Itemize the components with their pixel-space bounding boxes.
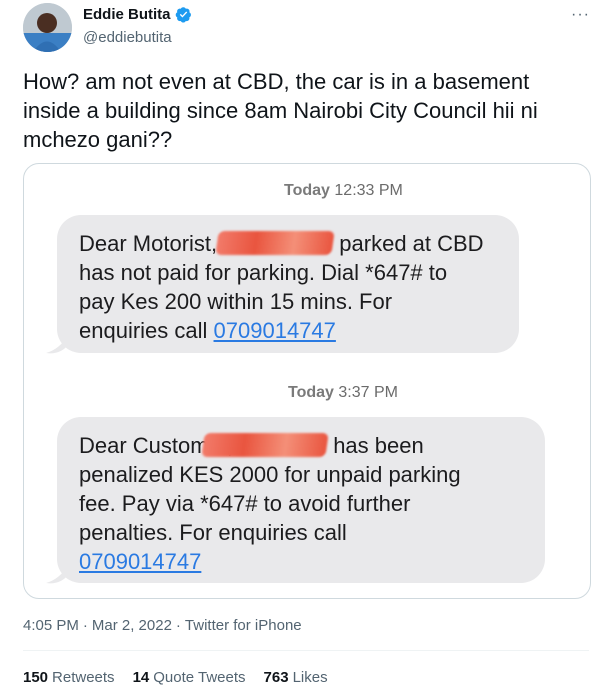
bubble-tail-icon	[46, 335, 68, 354]
tweet-metadata: 4:05 PM · Mar 2, 2022 · Twitter for iPhone	[23, 617, 302, 634]
phone-link[interactable]: 0709014747	[214, 318, 336, 343]
more-icon[interactable]: ···	[571, 6, 590, 24]
phone-link[interactable]: 0709014747	[79, 549, 201, 574]
separator: ·	[175, 617, 181, 634]
message-timestamp: Today 12:33 PM	[284, 182, 403, 200]
sms-line: Dear Customer, has been	[79, 431, 527, 460]
avatar[interactable]	[23, 3, 72, 52]
verified-badge-icon	[175, 7, 191, 23]
divider	[23, 650, 589, 651]
timestamp-day: Today	[284, 182, 330, 199]
author-name[interactable]: Eddie Butita	[83, 6, 192, 23]
tweet-text: How? am not even at CBD, the car is in a…	[23, 69, 538, 152]
likes-count: 763	[263, 669, 289, 686]
tweet: Eddie Butita @eddiebutita ··· How? am no…	[0, 0, 604, 698]
sms-line: fee. Pay via *647# to avoid further	[79, 491, 411, 516]
tweet-date[interactable]: Mar 2, 2022	[92, 617, 172, 634]
sms-text: parked at CBD	[339, 231, 484, 256]
tweet-source[interactable]: Twitter for iPhone	[185, 617, 302, 634]
retweets-label: Retweets	[52, 669, 115, 686]
sms-line: penalized KES 2000 for unpaid parking	[79, 462, 461, 487]
sms-line: penalties. For enquiries call	[79, 520, 347, 545]
separator: ·	[82, 617, 88, 634]
sms-text: enquiries call	[79, 318, 208, 343]
sms-bubble: Dear Customer, has been penalized KES 20…	[57, 417, 545, 583]
sms-text: has been	[333, 433, 424, 458]
tweet-time[interactable]: 4:05 PM	[23, 617, 79, 634]
sms-line: has not paid for parking. Dial *647# to	[79, 260, 448, 285]
quote-tweets-label: Quote Tweets	[153, 669, 246, 686]
sms-line: Dear Motorist, parked at CBD	[79, 229, 501, 258]
tweet-stats: 150 Retweets 14 Quote Tweets 763 Likes	[23, 669, 328, 686]
message-timestamp: Today 3:37 PM	[288, 384, 398, 402]
bubble-tail-icon	[46, 565, 68, 584]
author-name-text: Eddie Butita	[83, 6, 171, 23]
retweets-count: 150	[23, 669, 49, 686]
sms-line: pay Kes 200 within 15 mins. For	[79, 289, 393, 314]
quote-tweets-stat[interactable]: 14 Quote Tweets	[133, 669, 246, 686]
retweets-stat[interactable]: 150 Retweets	[23, 669, 115, 686]
tweet-media[interactable]: Today 12:33 PM Dear Motorist, parked at …	[23, 163, 591, 599]
redaction-mark	[201, 433, 329, 457]
sms-line: enquiries call 0709014747	[79, 316, 501, 345]
sms-bubble: Dear Motorist, parked at CBD has not pai…	[57, 215, 519, 353]
timestamp-clock: 3:37 PM	[338, 384, 398, 401]
sms-text: Dear Motorist,	[79, 231, 218, 256]
timestamp-day: Today	[288, 384, 334, 401]
quote-tweets-count: 14	[132, 669, 150, 686]
redaction-mark	[215, 231, 335, 255]
likes-label: Likes	[292, 669, 328, 686]
timestamp-clock: 12:33 PM	[334, 182, 403, 199]
likes-stat[interactable]: 763 Likes	[264, 669, 328, 686]
sms-line: 0709014747	[79, 547, 527, 576]
author-handle[interactable]: @eddiebutita	[83, 29, 172, 46]
